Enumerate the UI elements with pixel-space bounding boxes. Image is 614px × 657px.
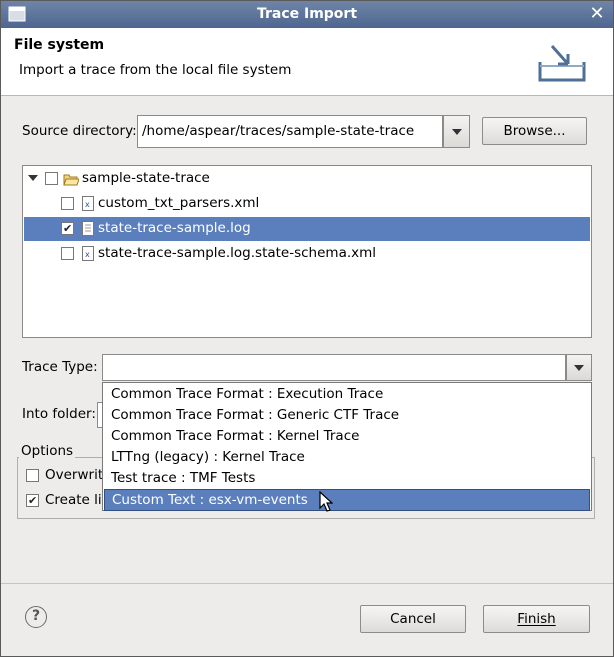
chevron-down-icon [574,364,584,371]
browse-button[interactable]: Browse... [482,117,587,145]
create-links-checkbox[interactable]: ✔ [26,494,39,507]
app-window-icon [8,6,26,22]
trace-type-option[interactable]: Common Trace Format : Execution Trace [104,384,590,405]
text-file-icon [82,221,94,236]
finish-button[interactable]: Finish [483,605,590,633]
trace-type-option[interactable]: LTTng (legacy) : Kernel Trace [104,447,590,468]
page-description: Import a trace from the local file syste… [19,62,292,78]
folder-open-icon [63,174,79,186]
tree-item-label: custom_txt_parsers.xml [98,195,260,211]
cancel-button[interactable]: Cancel [360,605,466,633]
mouse-pointer-icon [319,491,333,512]
tree-checkbox[interactable] [61,197,74,210]
trace-type-label: Trace Type: [22,359,98,375]
tree-row-folder[interactable]: sample-state-trace [24,167,590,191]
trace-type-option[interactable]: Common Trace Format : Kernel Trace [104,426,590,447]
bottom-separator [1,583,613,584]
tree-row-file[interactable]: x state-trace-sample.log.state-schema.xm… [24,242,590,266]
trace-type-dropdown-button[interactable] [566,354,592,381]
file-tree[interactable]: sample-state-trace x custom_txt_parsers.… [22,165,592,338]
tree-checkbox-checked[interactable]: ✔ [61,222,74,235]
trace-type-option[interactable]: Common Trace Format : Generic CTF Trace [104,405,590,426]
options-group-title: Options [19,443,76,459]
create-links-label: Create li [45,492,102,508]
trace-type-dropdown-list[interactable]: Common Trace Format : Execution Trace Co… [102,382,592,511]
into-folder-label: Into folder: [22,406,96,422]
tree-checkbox[interactable] [61,247,74,260]
wizard-header: File system Import a trace from the loca… [1,28,613,96]
overwrite-checkbox[interactable] [26,469,39,482]
title-bar[interactable]: Trace Import ✕ [1,1,613,28]
trace-import-dialog: Trace Import ✕ File system Import a trac… [0,0,614,657]
close-icon[interactable]: ✕ [587,3,607,25]
source-directory-input[interactable]: /home/aspear/traces/sample-state-trace [137,115,443,148]
trace-type-option-highlighted[interactable]: Custom Text : esx-vm-events [104,489,590,511]
finish-button-label: Finish [517,611,556,627]
import-banner-icon [538,45,586,82]
trace-type-option[interactable]: Test trace : TMF Tests [104,468,590,489]
svg-text:x: x [85,250,90,259]
page-title: File system [14,37,105,53]
xml-file-icon: x [82,246,94,261]
chevron-down-icon [451,128,462,135]
tree-item-label: sample-state-trace [82,170,210,186]
tree-item-label: state-trace-sample.log.state-schema.xml [98,245,377,261]
svg-text:x: x [85,200,90,209]
trace-type-combo[interactable] [102,354,566,381]
overwrite-label: Overwrit [45,467,104,483]
help-icon[interactable]: ? [25,606,47,628]
source-directory-dropdown-button[interactable] [443,115,470,148]
tree-checkbox[interactable] [45,172,58,185]
tree-row-file-selected[interactable]: ✔ state-trace-sample.log [24,217,590,241]
expand-chevron-icon[interactable] [28,175,38,181]
window-title: Trace Import [256,6,358,22]
xml-file-icon: x [82,196,94,211]
tree-item-label: state-trace-sample.log [98,220,251,236]
tree-row-file[interactable]: x custom_txt_parsers.xml [24,192,590,216]
source-directory-label: Source directory: [22,123,137,139]
